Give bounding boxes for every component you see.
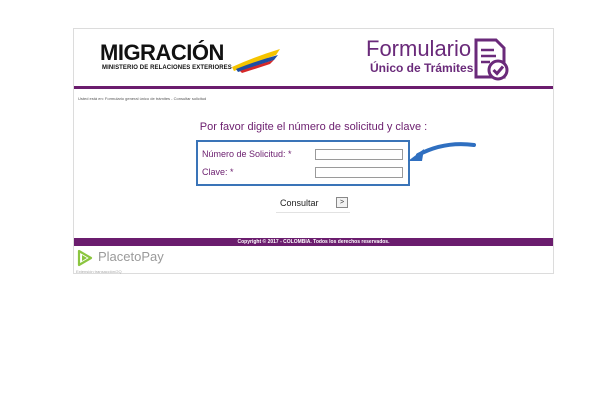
play-triangle-icon	[77, 249, 93, 267]
form-prompt: Por favor digite el número de solicitud …	[199, 121, 428, 133]
placetopay-subtext: Extensión transacción/2Q	[76, 269, 122, 274]
solicitud-label: Número de Solicitud: *	[202, 149, 292, 159]
app-window: MIGRACIÓN MINISTERIO DE RELACIONES EXTER…	[73, 28, 554, 274]
page: MIGRACIÓN MINISTERIO DE RELACIONES EXTER…	[0, 0, 600, 400]
colombia-flag-swoosh-icon	[232, 49, 280, 73]
footer-copyright: Copyright © 2017 - COLOMBIA. Todos los d…	[237, 239, 390, 245]
formulario-title: Formulario	[366, 36, 472, 61]
migracion-logo-subtitle: MINISTERIO DE RELACIONES EXTERIORES	[102, 65, 232, 71]
clave-input[interactable]	[315, 167, 403, 178]
migracion-logo[interactable]: MIGRACIÓN MINISTERIO DE RELACIONES EXTER…	[100, 40, 280, 75]
header-divider	[74, 86, 553, 89]
consultar-label: Consultar	[280, 198, 319, 208]
login-form-box: Número de Solicitud: * Clave: *	[196, 140, 410, 186]
migracion-logo-title: MIGRACIÓN	[100, 40, 224, 65]
curved-arrow-icon	[408, 142, 476, 161]
consultar-divider	[276, 212, 350, 213]
footer-bar: Copyright © 2017 - COLOMBIA. Todos los d…	[74, 238, 553, 246]
document-check-icon	[474, 38, 509, 81]
breadcrumb: Usted está en: Formulario general único …	[78, 96, 207, 101]
solicitud-number-input[interactable]	[315, 149, 403, 160]
clave-label: Clave: *	[202, 167, 234, 177]
header: MIGRACIÓN MINISTERIO DE RELACIONES EXTER…	[74, 29, 553, 87]
formulario-subtitle: Único de Trámites	[370, 61, 474, 75]
consultar-button[interactable]: >	[336, 197, 348, 208]
placetopay-logo[interactable]: PlacetoPay	[76, 249, 176, 267]
placetopay-brand: PlacetoPay	[98, 249, 164, 264]
